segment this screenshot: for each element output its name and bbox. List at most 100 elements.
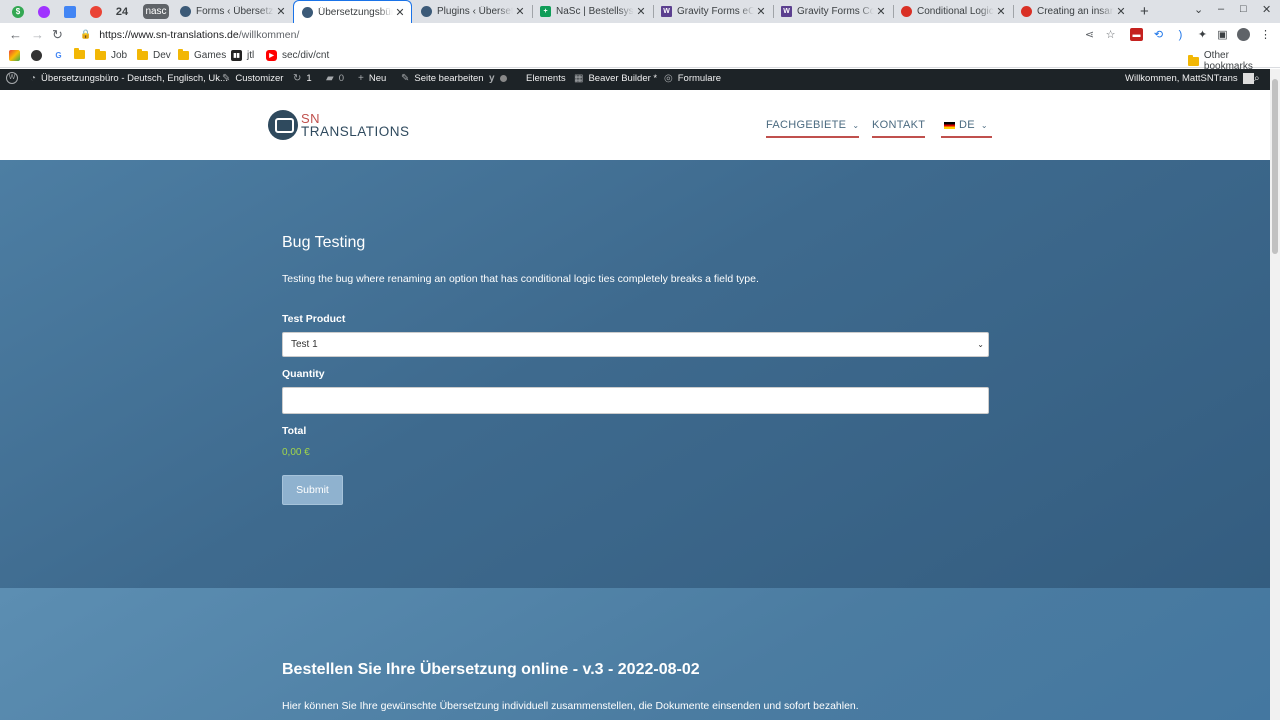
forms-menu[interactable]: ◎ Formulare xyxy=(664,73,721,84)
new-tab-button[interactable]: + xyxy=(1140,3,1149,20)
close-icon[interactable]: ✕ xyxy=(1114,5,1128,18)
minimize-button[interactable]: – xyxy=(1218,3,1224,15)
calendar-day-icon: 24 xyxy=(115,5,129,18)
colorful-app-icon xyxy=(9,50,20,61)
tab-group-chip[interactable]: nasc xyxy=(143,4,169,19)
pinned-tab-calendar-day[interactable]: 24 xyxy=(112,3,132,20)
page-scrollbar[interactable] xyxy=(1270,69,1280,720)
bookmark-folder-job[interactable]: Job xyxy=(95,49,127,61)
plus-icon: + xyxy=(358,73,364,84)
url-host: https://www.sn-translations.de xyxy=(99,28,239,41)
brush-icon: ✎ xyxy=(222,73,231,84)
bookmark-star-icon[interactable]: ☆ xyxy=(1104,28,1117,41)
menu-language[interactable]: DE ⌄ xyxy=(941,119,992,138)
new-content-menu[interactable]: + Neu xyxy=(358,73,386,84)
chevron-down-icon: ⌄ xyxy=(977,340,984,349)
elements-link[interactable]: Elements xyxy=(526,73,566,84)
bookmark-folder[interactable] xyxy=(74,48,90,59)
wordpress-icon xyxy=(421,6,432,17)
browser-toolbar: ← → ↻ 🔒 https://www.sn-translations.de/w… xyxy=(0,23,1280,46)
bookmark-folder-dev[interactable]: Dev xyxy=(137,49,171,61)
toolbox-extension-icon[interactable]: ▬ xyxy=(1130,28,1143,41)
quantity-input[interactable] xyxy=(282,387,989,414)
reload-icon[interactable]: ↻ xyxy=(52,27,63,43)
updates-link[interactable]: ↻ 1 xyxy=(293,73,312,84)
share-icon[interactable]: ⋖ xyxy=(1083,28,1096,41)
chevron-down-icon: ⌄ xyxy=(980,120,988,130)
maximize-button[interactable]: □ xyxy=(1240,3,1247,15)
more-menu-icon[interactable]: ⋮ xyxy=(1259,28,1272,41)
gravity-forms-icon: ◎ xyxy=(664,73,673,84)
bookmark-folder-games[interactable]: Games xyxy=(178,49,227,61)
menu-kontakt[interactable]: KONTAKT xyxy=(872,119,926,138)
beaver-builder-link[interactable]: ▦ Beaver Builder * xyxy=(574,73,657,84)
back-arrow-icon[interactable]: ← xyxy=(9,27,22,42)
side-panel-icon[interactable]: ▣ xyxy=(1216,28,1229,41)
tab-creating-insanely[interactable]: Creating an insanely ✕ xyxy=(1013,0,1132,23)
close-icon[interactable]: ✕ xyxy=(634,5,648,18)
tab-gravity-ecommerce[interactable]: W Gravity Forms eCommerce ✕ xyxy=(653,0,772,23)
forward-arrow-icon[interactable]: → xyxy=(31,27,44,42)
jtl-icon: ▮▮ xyxy=(231,50,242,61)
messenger-icon xyxy=(38,5,50,18)
sync-extension-icon[interactable]: ⟲ xyxy=(1152,28,1165,41)
lock-icon: 🔒 xyxy=(80,29,92,39)
audio-extension-icon[interactable]: ) xyxy=(1174,28,1187,41)
close-icon[interactable]: ✕ xyxy=(754,5,768,18)
yoast-menu[interactable]: y xyxy=(489,73,507,84)
menu-language-label: DE xyxy=(959,119,975,131)
admin-search[interactable]: ⌕ xyxy=(1254,73,1265,84)
customizer-link[interactable]: ✎ Customizer xyxy=(222,73,283,84)
bookmark-label: Games xyxy=(194,50,227,61)
bookmark-sec-div-cnt[interactable]: ▶ sec/div/cnt xyxy=(266,50,329,61)
order-section-title: Bestellen Sie Ihre Übersetzung online - … xyxy=(282,661,700,678)
comments-link[interactable]: ▰ 0 xyxy=(326,73,344,84)
close-icon[interactable]: ✕ xyxy=(393,6,407,19)
green-dollar-icon: $ xyxy=(12,5,24,18)
tab-gravity-conditional[interactable]: W Gravity Forms Conditional ✕ xyxy=(773,0,892,23)
support-icon xyxy=(1021,6,1032,17)
site-logo[interactable]: SN TRANSLATIONS xyxy=(268,110,410,140)
tab-ubersetzungsburo[interactable]: Übersetzungsbüro ✕ xyxy=(293,0,412,23)
address-bar[interactable]: 🔒 https://www.sn-translations.de/willkom… xyxy=(74,25,1124,44)
close-icon[interactable]: ✕ xyxy=(994,5,1008,18)
site-name-menu[interactable]: ◔ Übersetzungsbüro - Deutsch, Englisch, … xyxy=(30,73,228,84)
tab-conditional-logic[interactable]: Conditional Logic Bug ✕ xyxy=(893,0,1012,23)
tab-title: Plugins ‹ Übersetzungsbüro xyxy=(437,6,513,17)
tab-forms[interactable]: Forms ‹ Übersetzungsbüro ✕ xyxy=(172,0,292,23)
tab-plugins[interactable]: Plugins ‹ Übersetzungsbüro ✕ xyxy=(413,0,531,23)
scrollbar-thumb[interactable] xyxy=(1272,79,1278,254)
pinned-tab-refresh[interactable] xyxy=(86,3,106,20)
edit-page-link[interactable]: ✎ Seite bearbeiten xyxy=(401,73,484,84)
bookmark-label: sec/div/cnt xyxy=(282,50,330,61)
menu-kontakt-label: KONTAKT xyxy=(872,119,926,131)
extensions-puzzle-icon[interactable]: ✦ xyxy=(1196,28,1209,41)
wordpress-icon xyxy=(302,6,313,18)
profile-avatar[interactable] xyxy=(1237,28,1250,41)
forms-label: Formulare xyxy=(677,73,722,84)
window-close-button[interactable]: ✕ xyxy=(1262,3,1271,16)
close-icon[interactable]: ✕ xyxy=(513,5,527,18)
close-icon[interactable]: ✕ xyxy=(274,5,288,18)
tab-search-button[interactable]: ⌄ xyxy=(1194,3,1203,16)
bookmark-panda[interactable] xyxy=(31,50,47,61)
pinned-tab-messenger[interactable] xyxy=(34,3,54,20)
updates-icon: ↻ xyxy=(293,73,302,84)
wp-logo-menu[interactable]: W xyxy=(6,72,23,84)
account-menu[interactable]: Willkommen, MattSNTrans xyxy=(1125,73,1254,84)
bookmark-jtl[interactable]: ▮▮ jtl xyxy=(231,50,254,61)
pinned-tab-calendar[interactable] xyxy=(60,3,80,20)
bookmark-google[interactable]: G xyxy=(53,50,69,61)
bookmark-label: jtl xyxy=(247,50,255,61)
bookmark-app[interactable] xyxy=(9,50,25,61)
test-product-select[interactable]: Test 1 ⌄ xyxy=(282,332,989,357)
pinned-tab-money[interactable]: $ xyxy=(8,3,28,20)
close-icon[interactable]: ✕ xyxy=(874,5,888,18)
logo-text: SN TRANSLATIONS xyxy=(301,112,410,138)
submit-button[interactable]: Submit xyxy=(282,475,343,505)
tab-nasc-bestellsystem[interactable]: + NaSc | Bestellsystem ✕ xyxy=(532,0,652,23)
logo-translations: TRANSLATIONS xyxy=(301,124,410,139)
w-icon: W xyxy=(661,6,672,17)
menu-fachgebiete[interactable]: FACHGEBIETE ⌄ xyxy=(766,119,860,138)
elements-label: Elements xyxy=(526,73,566,84)
